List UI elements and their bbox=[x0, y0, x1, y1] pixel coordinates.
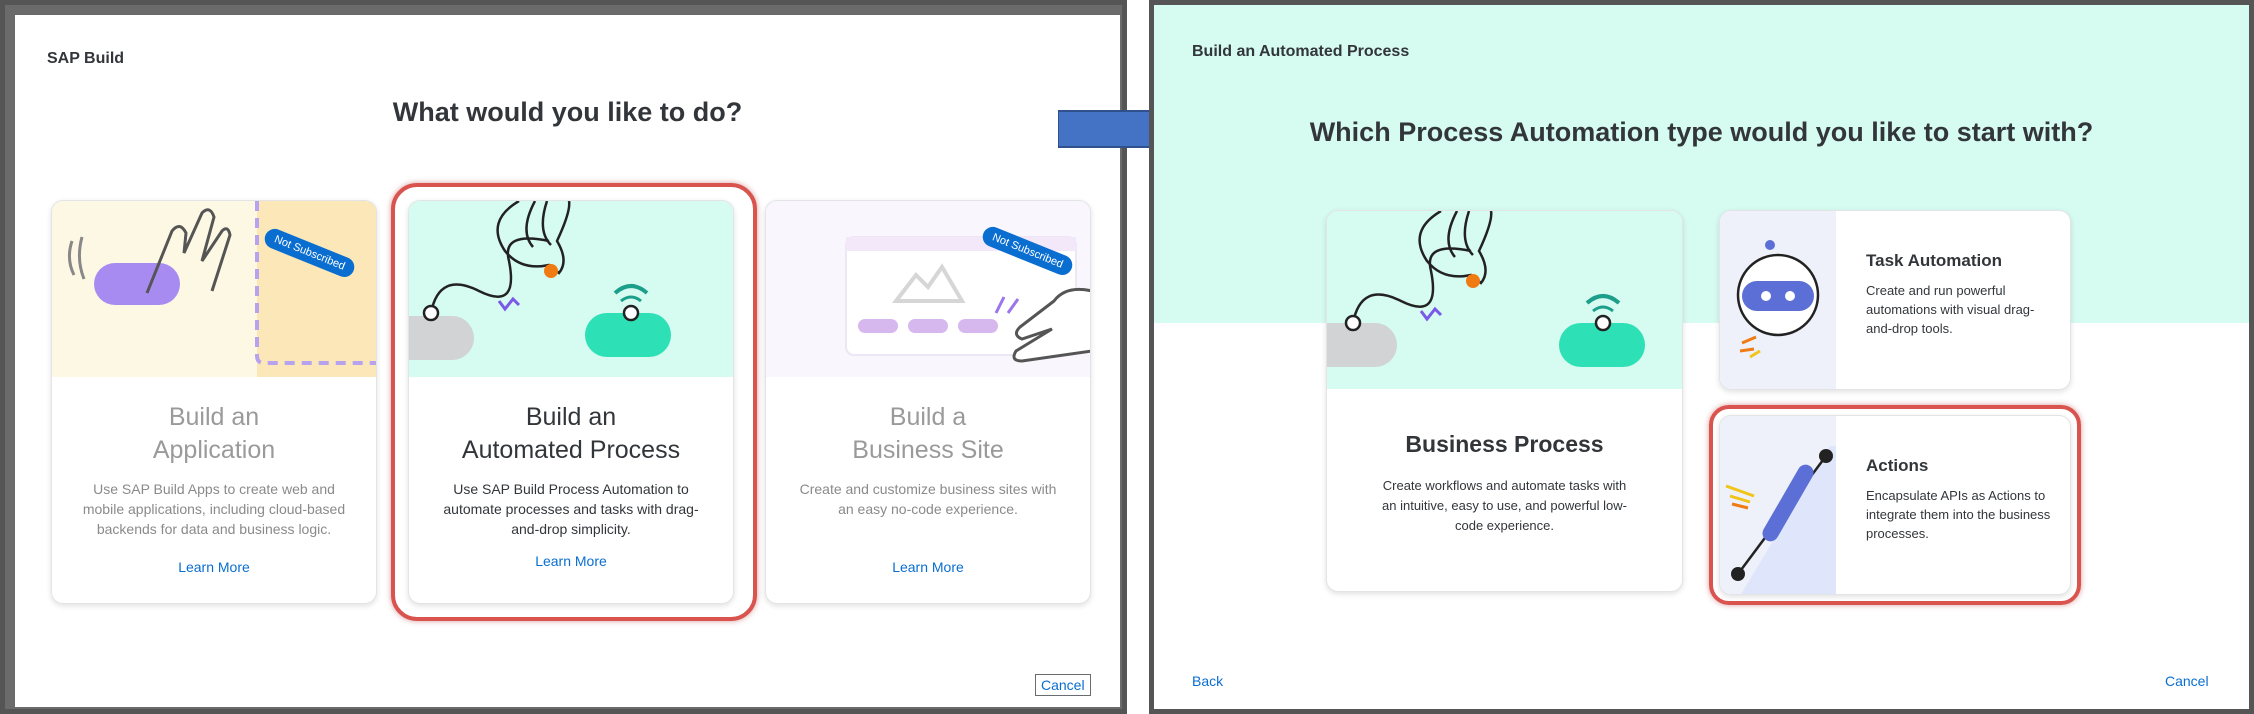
business-process-title: Business Process bbox=[1405, 431, 1604, 457]
dialog-heading: Which Process Automation type would you … bbox=[1309, 117, 2094, 147]
right-screenshot: Build an Automated Process Which Process… bbox=[1149, 0, 2254, 714]
card-description: Use SAP Build Apps to create web and mob… bbox=[82, 481, 346, 537]
task-automation-description: Create and run powerful automations with… bbox=[1866, 283, 2035, 336]
card-description: Create and customize business sites with… bbox=[799, 481, 1057, 517]
task-automation-illustration bbox=[1720, 211, 1836, 389]
card-title-line2: Business Site bbox=[852, 436, 1004, 464]
left-screenshot: SAP Build What would you like to do? Not… bbox=[0, 0, 1127, 714]
card-build-automated-process[interactable]: Build an Automated Process Use SAP Build… bbox=[408, 200, 734, 604]
card-title-line1: Build a bbox=[889, 403, 967, 431]
actions-description: Encapsulate APIs as Actions to integrate… bbox=[1866, 488, 2051, 541]
automated-process-illustration bbox=[409, 201, 733, 377]
card-actions[interactable]: Actions Encapsulate APIs as Actions to i… bbox=[1719, 415, 2071, 595]
business-process-illustration bbox=[1327, 211, 1682, 389]
card-title-line1: Build an bbox=[525, 403, 617, 431]
actions-title: Actions bbox=[1866, 456, 1929, 475]
back-button[interactable]: Back bbox=[1192, 673, 1223, 689]
dialog-title: SAP Build bbox=[47, 50, 125, 67]
card-title: Build a Business Site bbox=[776, 401, 1080, 467]
card-business-process[interactable]: Business Process Create workflows and au… bbox=[1326, 210, 1683, 592]
card-task-automation[interactable]: Task Automation Create and run powerful … bbox=[1719, 210, 2071, 390]
dialog-heading: What would you like to do? bbox=[392, 97, 743, 127]
card-title: Build an Automated Process bbox=[419, 401, 723, 467]
card-description: Use SAP Build Process Automation to auto… bbox=[443, 481, 699, 537]
card-title-line1: Build an bbox=[168, 403, 260, 431]
cancel-button[interactable]: Cancel bbox=[2165, 673, 2209, 689]
learn-more-link[interactable]: Learn More bbox=[766, 559, 1090, 575]
cancel-button[interactable]: Cancel bbox=[1035, 674, 1091, 696]
business-process-description: Create workflows and automate tasks with… bbox=[1382, 478, 1627, 533]
application-illustration bbox=[52, 201, 376, 377]
card-title-line2: Automated Process bbox=[461, 436, 681, 464]
business-site-illustration bbox=[766, 201, 1090, 377]
learn-more-link[interactable]: Learn More bbox=[52, 559, 376, 575]
task-automation-title: Task Automation bbox=[1866, 251, 2003, 270]
card-title: Build an Application bbox=[62, 401, 366, 467]
dialog-title: Build an Automated Process bbox=[1192, 43, 1410, 60]
card-title-line2: Application bbox=[152, 436, 276, 464]
actions-illustration bbox=[1720, 416, 1836, 594]
learn-more-link[interactable]: Learn More bbox=[409, 553, 733, 569]
card-build-business-site[interactable]: Not Subscribed Build a Business Site Cre… bbox=[765, 200, 1091, 604]
card-build-application[interactable]: Not Subscribed Build an Application Use … bbox=[51, 200, 377, 604]
sap-build-dialog: SAP Build What would you like to do? Not… bbox=[15, 15, 1120, 707]
